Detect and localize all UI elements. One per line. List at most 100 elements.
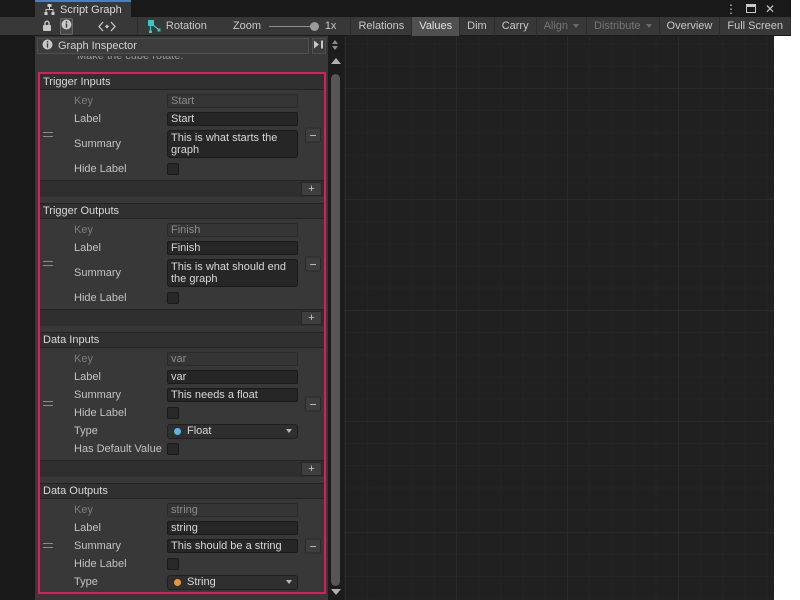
text-field[interactable]: This needs a float [167,388,298,402]
field-label: Key [74,95,167,107]
port-item: KeyFinishLabelFinishSummaryThis is what … [40,219,324,309]
field-label: Label [74,371,167,383]
field-row-hide-label: Hide Label [74,160,298,178]
drag-handle[interactable] [43,261,53,266]
field-row-summary: SummaryThis is what should end the graph [74,257,298,289]
field-label: Key [74,224,167,236]
field-row-label: Labelstring [74,519,298,537]
text-field: string [167,503,298,517]
field-row-hide-label: Hide Label [74,404,298,422]
stepper-up-icon [332,40,338,44]
chevron-down-icon [286,580,292,584]
field-label: Key [74,353,167,365]
graph-canvas[interactable] [344,36,774,600]
toolbar-button-carry[interactable]: Carry [495,17,537,36]
field-row-has-default-value: Has Default Value [74,440,298,458]
port-item: KeyvarLabelvarSummaryThis needs a float H… [40,348,324,460]
checkbox-hide-label[interactable] [167,163,179,175]
inspector-highlight-region: Trigger InputsKeyStartLabelStartSummaryT… [38,72,326,594]
checkbox-hide-label[interactable] [167,292,179,304]
field-label: Label [74,242,167,254]
field-label: Summary [74,267,167,279]
info-icon [42,39,53,53]
section-footer: + [40,460,324,477]
tab-title: Script Graph [60,4,122,16]
toolbar-button-align: Align [537,17,587,36]
remove-port-button[interactable]: − [305,128,321,143]
inspector-scrollbar [328,36,344,600]
section-footer: + [40,309,324,326]
toolbar-button-values[interactable]: Values [412,17,460,36]
chevron-down-icon [286,429,292,433]
toolbar-button-dim[interactable]: Dim [460,17,495,36]
toolbar-button-label: Distribute [594,20,640,32]
field-label: Hide Label [74,163,167,175]
field-label: Type [74,576,167,588]
checkbox-has-default-value[interactable] [167,443,179,455]
field-label: Hide Label [74,407,167,419]
window-titlebar: Script Graph ⋮ ✕ [0,0,791,17]
inspector-toggle-button[interactable] [60,18,73,35]
chevron-down-icon [573,24,579,28]
section-header: Trigger Inputs [40,74,324,90]
summary-textarea[interactable]: This is what should end the graph [167,259,298,287]
field-label: Hide Label [74,558,167,570]
toolbar-button-relations[interactable]: Relations [350,17,412,36]
scroll-down-button[interactable] [331,589,341,595]
type-dropdown[interactable]: Float [167,424,298,439]
graph-toolbar: Rotation Zoom 1x RelationsValuesDimCarry… [0,17,791,36]
zoom-slider-knob[interactable] [310,22,319,31]
drag-handle[interactable] [43,543,53,548]
field-row-label: Labelvar [74,368,298,386]
chevron-down-icon [646,24,652,28]
add-port-button[interactable]: + [301,311,322,325]
graph-inspector-header: Graph Inspector [37,38,309,54]
remove-port-button[interactable]: − [305,397,321,412]
field-label: Summary [74,540,167,552]
section-header: Data Inputs [40,332,324,348]
window-menu-icon[interactable]: ⋮ [725,3,737,15]
text-field[interactable]: This should be a string [167,539,298,553]
remove-port-button[interactable]: − [305,257,321,272]
text-field[interactable]: Start [167,112,298,126]
checkbox-hide-label[interactable] [167,558,179,570]
inspector-section-trigger-outputs: Trigger OutputsKeyFinishLabelFinishSumma… [40,203,324,326]
text-field[interactable]: var [167,370,298,384]
scroll-stepper[interactable] [332,40,338,50]
text-field: Start [167,94,298,108]
dock-panel-button[interactable] [312,38,326,54]
field-row-label: LabelStart [74,110,298,128]
tab-script-graph[interactable]: Script Graph [35,0,131,17]
summary-textarea[interactable]: This is what starts the graph [167,130,298,158]
toolbar-button-label: Align [544,20,568,32]
drag-handle[interactable] [43,132,53,137]
field-row-type: TypeString [74,573,298,591]
add-port-button[interactable]: + [301,182,322,196]
field-row-hide-label: Hide Label [74,289,298,307]
field-row-summary: SummaryThis needs a float [74,386,298,404]
text-field[interactable]: string [167,521,298,535]
inspector-section-data-inputs: Data InputsKeyvarLabelvarSummaryThis nee… [40,332,324,477]
type-dropdown[interactable]: String [167,575,298,590]
scrollbar-thumb[interactable] [331,74,340,586]
zoom-slider[interactable] [269,26,319,27]
text-field[interactable]: Finish [167,241,298,255]
zoom-label: Zoom [233,20,261,32]
code-preview-icon[interactable] [97,21,117,32]
drag-handle[interactable] [43,401,53,406]
section-footer: + [40,593,324,594]
scroll-up-button[interactable] [331,58,341,64]
remove-port-button[interactable]: − [305,539,321,554]
rotation-label: Rotation [166,20,207,32]
lock-icon[interactable] [42,20,52,32]
info-icon [61,19,72,33]
checkbox-hide-label[interactable] [167,407,179,419]
zoom-value: 1x [325,20,337,32]
maximize-icon[interactable] [746,4,756,13]
toolbar-button-overview[interactable]: Overview [660,17,721,36]
port-item: KeystringLabelstringSummaryThis should b… [40,499,324,593]
toolbar-button-full-screen[interactable]: Full Screen [720,17,791,36]
add-port-button[interactable]: + [301,462,322,476]
field-label: Label [74,113,167,125]
close-icon[interactable]: ✕ [765,3,775,15]
